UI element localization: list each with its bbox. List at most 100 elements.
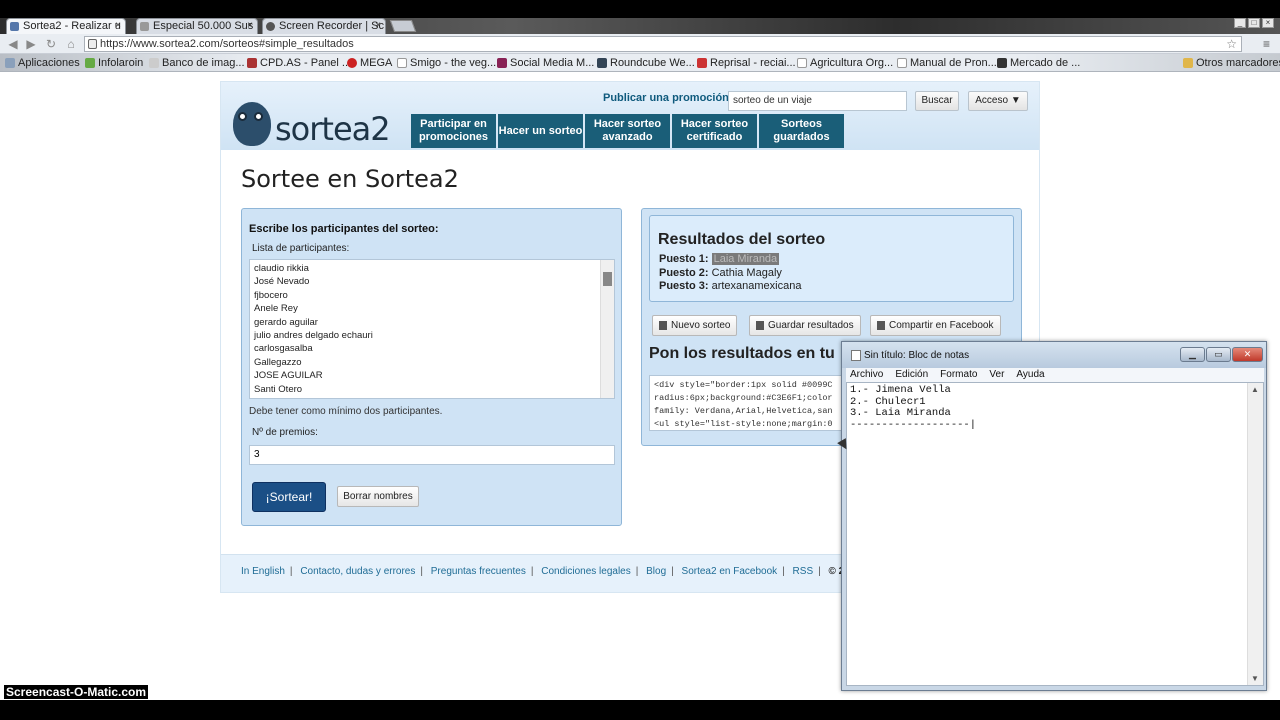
result-row: Puesto 2: Cathia Magaly	[659, 267, 782, 279]
menu-ver[interactable]: Ver	[989, 368, 1004, 382]
tab-screen-recorder[interactable]: Screen Recorder | Sc ×	[262, 18, 386, 34]
close-icon[interactable]: ✕	[1232, 347, 1263, 362]
participant-item: Anele Rey	[254, 303, 298, 315]
bookmark-item[interactable]: Banco de imag...	[148, 56, 245, 70]
nav-participar[interactable]: Participar en promociones	[411, 114, 496, 148]
prizes-label: Nº de premios:	[252, 427, 318, 438]
sortea2-logo[interactable]: sortea2	[231, 100, 401, 150]
bookmark-label: Mercado de ...	[1010, 57, 1081, 69]
bookmark-label: MEGA	[360, 57, 393, 69]
menu-formato[interactable]: Formato	[940, 368, 977, 382]
tab-favicon-icon	[140, 22, 149, 31]
sortear-button[interactable]: ¡Sortear!	[252, 482, 326, 512]
reload-icon[interactable]: ↻	[44, 37, 58, 51]
footer-link[interactable]: Condiciones legales	[541, 566, 631, 577]
participants-textarea[interactable]: claudio rikkia José Nevado fjbocero Anel…	[249, 259, 615, 399]
site-search-input[interactable]: sorteo de un viaje	[728, 91, 907, 111]
menu-archivo[interactable]: Archivo	[850, 368, 883, 382]
footer-link[interactable]: Contacto, dudas y errores	[300, 566, 415, 577]
bookmark-star-icon[interactable]: ☆	[1226, 37, 1237, 51]
participant-item: José Nevado	[254, 276, 310, 288]
scroll-thumb[interactable]	[603, 272, 612, 286]
tab-label: Especial 50.000 Sus	[153, 20, 254, 32]
notepad-scrollbar[interactable]: ▲ ▼	[1247, 383, 1263, 685]
footer-link[interactable]: Sortea2 en Facebook	[682, 566, 778, 577]
page-icon	[797, 58, 807, 68]
nav-hacer-sorteo[interactable]: Hacer un sorteo	[498, 114, 583, 148]
tab-close-icon[interactable]: ×	[375, 19, 381, 33]
minimize-icon[interactable]: _	[1234, 18, 1246, 28]
footer-link[interactable]: RSS	[793, 566, 814, 577]
tab-label: Sortea2 - Realizar u	[23, 20, 121, 32]
place-label: Puesto 1:	[659, 253, 709, 265]
participant-item: carlosgasalba	[254, 343, 313, 355]
bookmarks-bar: Aplicaciones Infolaroin Banco de imag...…	[0, 54, 1280, 72]
bookmark-item[interactable]: Roundcube We...	[596, 56, 695, 70]
bottom-black-bar	[0, 700, 1280, 720]
tab-label: Screen Recorder | Sc	[279, 20, 384, 32]
maximize-icon[interactable]: ▭	[1206, 347, 1231, 362]
bookmark-item[interactable]: Reprisal - reciai...	[696, 56, 796, 70]
other-bookmarks[interactable]: Otros marcadores	[1182, 56, 1280, 70]
list-label: Lista de participantes:	[252, 243, 350, 254]
compartir-facebook-button[interactable]: Compartir en Facebook	[870, 315, 1001, 336]
bookmark-label: Reprisal - reciai...	[710, 57, 796, 69]
maximize-icon[interactable]: □	[1248, 18, 1260, 28]
minimize-icon[interactable]: ▁	[1180, 347, 1205, 362]
bookmark-label: Otros marcadores	[1196, 57, 1280, 69]
menu-edicion[interactable]: Edición	[895, 368, 928, 382]
bookmark-item[interactable]: MEGA	[346, 56, 392, 70]
notepad-titlebar[interactable]: Sin título: Bloc de notas ▁ ▭ ✕	[842, 342, 1266, 368]
bookmark-item[interactable]: Infolaroin	[84, 56, 143, 70]
prizes-input[interactable]: 3	[249, 445, 615, 465]
forward-icon[interactable]: ▶	[24, 37, 38, 51]
screencast-watermark: Screencast-O-Matic.com	[4, 685, 149, 699]
top-black-bar	[0, 0, 1280, 18]
button-label: Nuevo sorteo	[671, 320, 731, 331]
home-icon[interactable]: ⌂	[64, 37, 78, 51]
owl-eye	[254, 112, 263, 121]
publish-promo-link[interactable]: Publicar una promoción	[603, 92, 729, 104]
bookmark-item[interactable]: Agricultura Org...	[796, 56, 893, 70]
bookmark-item[interactable]: CPD.AS - Panel ...	[246, 56, 351, 70]
bookmark-item[interactable]: Aplicaciones	[4, 56, 80, 70]
bookmark-item[interactable]: Manual de Pron...	[896, 56, 997, 70]
footer-link[interactable]: Blog	[646, 566, 666, 577]
tab-close-icon[interactable]: ×	[247, 19, 253, 33]
bookmark-item[interactable]: Smigo - the veg...	[396, 56, 496, 70]
bookmark-item[interactable]: Mercado de ...	[996, 56, 1080, 70]
nav-sorteos-guardados[interactable]: Sorteos guardados	[759, 114, 844, 148]
nav-sorteo-certificado[interactable]: Hacer sorteo certificado	[672, 114, 757, 148]
back-icon[interactable]: ◀	[6, 37, 20, 51]
bookmark-item[interactable]: Social Media M...	[496, 56, 594, 70]
tab-close-icon[interactable]: ×	[115, 19, 121, 33]
url-input[interactable]: https://www.sortea2.com/sorteos#simple_r…	[84, 36, 1242, 52]
nuevo-sorteo-button[interactable]: Nuevo sorteo	[652, 315, 738, 336]
search-button[interactable]: Buscar	[915, 91, 959, 111]
browser-tabbar: Sortea2 - Realizar u × Especial 50.000 S…	[0, 18, 1280, 34]
guardar-resultados-button[interactable]: Guardar resultados	[749, 315, 861, 336]
list-scrollbar[interactable]	[600, 260, 614, 398]
apps-icon	[5, 58, 15, 68]
notepad-textarea[interactable]: 1.- Jimena Vella 2.- Chulecr1 3.- Laia M…	[846, 382, 1264, 686]
footer-link[interactable]: In English	[241, 566, 285, 577]
participants-form: Escribe los participantes del sorteo: Li…	[241, 208, 622, 526]
nav-sorteo-avanzado[interactable]: Hacer sorteo avanzado	[585, 114, 670, 148]
browser-window-controls: _ □ ×	[1234, 18, 1274, 28]
screen: Sortea2 - Realizar u × Especial 50.000 S…	[0, 0, 1280, 720]
tab-sortea2[interactable]: Sortea2 - Realizar u ×	[6, 18, 126, 34]
result-row: Puesto 3: artexanamexicana	[659, 280, 801, 292]
tab-especial[interactable]: Especial 50.000 Sus ×	[136, 18, 258, 34]
chrome-menu-icon[interactable]: ≡	[1263, 37, 1270, 51]
footer-link[interactable]: Preguntas frecuentes	[431, 566, 526, 577]
notepad-menubar: Archivo Edición Formato Ver Ayuda	[846, 368, 1264, 382]
scroll-up-icon[interactable]: ▲	[1251, 385, 1259, 394]
new-tab-button[interactable]	[389, 20, 417, 32]
borrar-nombres-button[interactable]: Borrar nombres	[337, 486, 419, 507]
menu-ayuda[interactable]: Ayuda	[1016, 368, 1044, 382]
scroll-down-icon[interactable]: ▼	[1251, 674, 1259, 683]
participant-item: Santi Otero	[254, 383, 303, 395]
participant-item: claudio rikkia	[254, 263, 309, 274]
access-button[interactable]: Acceso ▼	[968, 91, 1028, 111]
close-icon[interactable]: ×	[1262, 18, 1274, 28]
